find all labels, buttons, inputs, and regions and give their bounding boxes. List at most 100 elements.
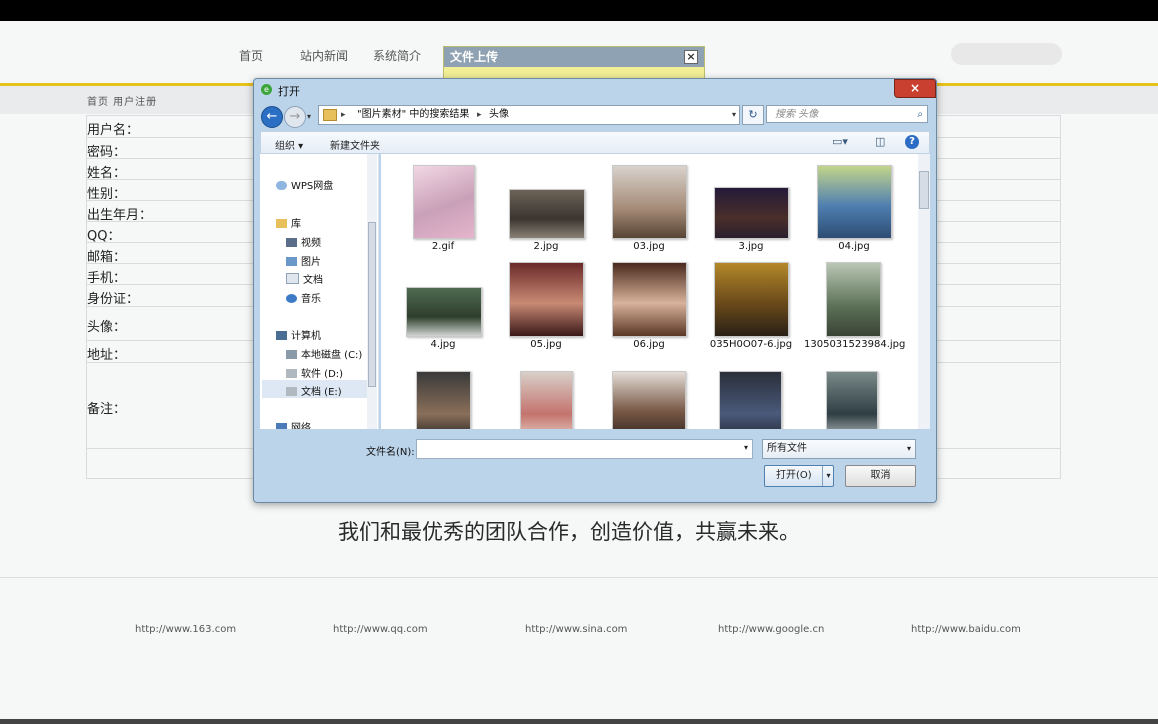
- file-thumbnail[interactable]: [520, 371, 573, 429]
- tree-item-network[interactable]: 网络: [276, 419, 311, 429]
- tree-label: 文档 (E:): [301, 387, 342, 398]
- file-thumbnail[interactable]: [826, 262, 881, 337]
- view-icon[interactable]: ▭▾: [832, 135, 848, 148]
- upload-panel-title: 文件上传: [450, 50, 499, 64]
- nav-scrollbar-thumb[interactable]: [368, 222, 376, 387]
- label-remarks: 备注：: [87, 402, 127, 417]
- file-thumbnail[interactable]: [413, 165, 475, 239]
- file-name[interactable]: 035H0O07-6.jpg: [701, 338, 801, 351]
- refresh-icon[interactable]: ↻: [742, 105, 764, 125]
- tree-item-drive-e[interactable]: 文档 (E:): [286, 383, 342, 398]
- file-thumbnail[interactable]: [719, 371, 782, 429]
- file-name[interactable]: 06.jpg: [599, 338, 699, 351]
- file-thumbnail[interactable]: [612, 262, 687, 337]
- address-bar[interactable]: ▸ "图片素材" 中的搜索结果 ▸ 头像 ▾: [318, 105, 740, 125]
- tree-item-music[interactable]: 音乐: [286, 290, 321, 305]
- tree-item-library[interactable]: 库: [276, 215, 301, 230]
- file-thumbnail[interactable]: [509, 262, 584, 337]
- file-thumbnail[interactable]: [612, 165, 687, 239]
- footer-link-google[interactable]: http://www.google.cn: [718, 624, 824, 635]
- label-email: 邮箱：: [87, 250, 127, 265]
- file-thumbnail[interactable]: [416, 371, 471, 429]
- new-folder-button[interactable]: 新建文件夹: [330, 137, 380, 152]
- chevron-down-icon[interactable]: ▾: [732, 106, 736, 124]
- app-icon: e: [261, 84, 272, 95]
- file-name[interactable]: 2.gif: [393, 240, 493, 253]
- close-icon[interactable]: ×: [894, 79, 936, 98]
- back-button[interactable]: ←: [261, 106, 283, 128]
- file-thumbnail[interactable]: [826, 371, 878, 429]
- network-icon: [276, 423, 287, 429]
- file-name[interactable]: 03.jpg: [599, 240, 699, 253]
- file-thumbnail[interactable]: [612, 371, 686, 429]
- cancel-button[interactable]: 取消: [845, 465, 916, 487]
- search-input[interactable]: 搜索 头像 ⌕: [766, 105, 928, 123]
- open-split-dropdown-icon[interactable]: ▾: [822, 466, 834, 486]
- file-thumbnail[interactable]: [406, 287, 482, 337]
- tree-item-computer[interactable]: 计算机: [276, 327, 321, 342]
- label-birth: 出生年月：: [87, 208, 153, 223]
- open-button[interactable]: 打开(O) ▾: [764, 465, 834, 487]
- upload-close-icon[interactable]: ×: [684, 50, 698, 64]
- chevron-right-icon[interactable]: ▸: [477, 106, 482, 124]
- file-thumbnail[interactable]: [509, 189, 585, 239]
- tree-item-wps[interactable]: WPS网盘: [276, 177, 333, 192]
- label-username: 用户名：: [87, 123, 140, 138]
- library-icon: [276, 219, 287, 228]
- file-list: 2.gif 2.jpg 03.jpg 3.jpg 04.jpg 4.jpg 05…: [381, 154, 918, 429]
- tree-label: 库: [291, 219, 301, 230]
- file-name[interactable]: 2.jpg: [496, 240, 596, 253]
- forward-button[interactable]: →: [284, 106, 306, 128]
- tree-label: 软件 (D:): [301, 369, 344, 380]
- footer-link-sina[interactable]: http://www.sina.com: [525, 624, 627, 635]
- tree-item-drive-c[interactable]: 本地磁盘 (C:): [286, 346, 362, 361]
- computer-icon: [276, 331, 287, 340]
- tree-item-drive-d[interactable]: 软件 (D:): [286, 365, 343, 380]
- address-segment-search[interactable]: "图片素材" 中的搜索结果: [357, 106, 469, 124]
- file-type-select[interactable]: 所有文件 ▾: [762, 439, 916, 459]
- tree-label: 文档: [303, 275, 323, 286]
- site-search-input[interactable]: [951, 43, 1062, 65]
- bottom-bar: [0, 719, 1158, 724]
- folder-icon: [323, 109, 337, 121]
- search-icon[interactable]: ⌕: [917, 106, 923, 124]
- footer-link-baidu[interactable]: http://www.baidu.com: [911, 624, 1021, 635]
- tree-item-pictures[interactable]: 图片: [286, 253, 321, 268]
- filename-input[interactable]: ▾: [416, 439, 753, 459]
- footer-link-163[interactable]: http://www.163.com: [135, 624, 236, 635]
- video-icon: [286, 238, 297, 247]
- tree-label: 网络: [291, 423, 311, 429]
- organize-menu[interactable]: 组织 ▾: [275, 137, 303, 152]
- tree-item-videos[interactable]: 视频: [286, 234, 321, 249]
- toolbar: 组织 ▾ 新建文件夹 ▭▾ ◫ ?: [260, 131, 930, 154]
- file-name[interactable]: 05.jpg: [496, 338, 596, 351]
- history-dropdown-icon[interactable]: ▾: [307, 112, 311, 121]
- file-scrollbar-thumb[interactable]: [919, 171, 929, 209]
- chevron-down-icon[interactable]: ▾: [907, 440, 911, 458]
- tree-label: WPS网盘: [291, 181, 334, 192]
- label-avatar: 头像：: [87, 320, 127, 335]
- file-name[interactable]: 04.jpg: [804, 240, 904, 253]
- documents-icon: [286, 273, 299, 284]
- footer-divider: [0, 577, 1158, 578]
- file-name[interactable]: 4.jpg: [393, 338, 493, 351]
- nav-about[interactable]: 系统简介: [373, 47, 421, 64]
- file-thumbnail[interactable]: [817, 165, 892, 239]
- footer-link-qq[interactable]: http://www.qq.com: [333, 624, 428, 635]
- music-icon: [286, 294, 297, 303]
- chevron-right-icon[interactable]: ▸: [341, 106, 346, 124]
- file-name[interactable]: 1305031523984.jpg: [804, 338, 905, 351]
- address-segment-folder[interactable]: 头像: [489, 106, 509, 124]
- preview-pane-icon[interactable]: ◫: [875, 135, 885, 148]
- nav-home[interactable]: 首页: [239, 47, 263, 64]
- label-address: 地址：: [87, 348, 127, 363]
- file-name[interactable]: 3.jpg: [701, 240, 801, 253]
- file-thumbnail[interactable]: [714, 262, 789, 337]
- cloud-icon: [276, 181, 287, 190]
- tree-label: 图片: [301, 257, 321, 268]
- help-icon[interactable]: ?: [905, 135, 919, 149]
- nav-news[interactable]: 站内新闻: [300, 47, 348, 64]
- file-thumbnail[interactable]: [714, 187, 789, 239]
- chevron-down-icon[interactable]: ▾: [744, 443, 748, 452]
- tree-item-documents[interactable]: 文档: [286, 271, 323, 286]
